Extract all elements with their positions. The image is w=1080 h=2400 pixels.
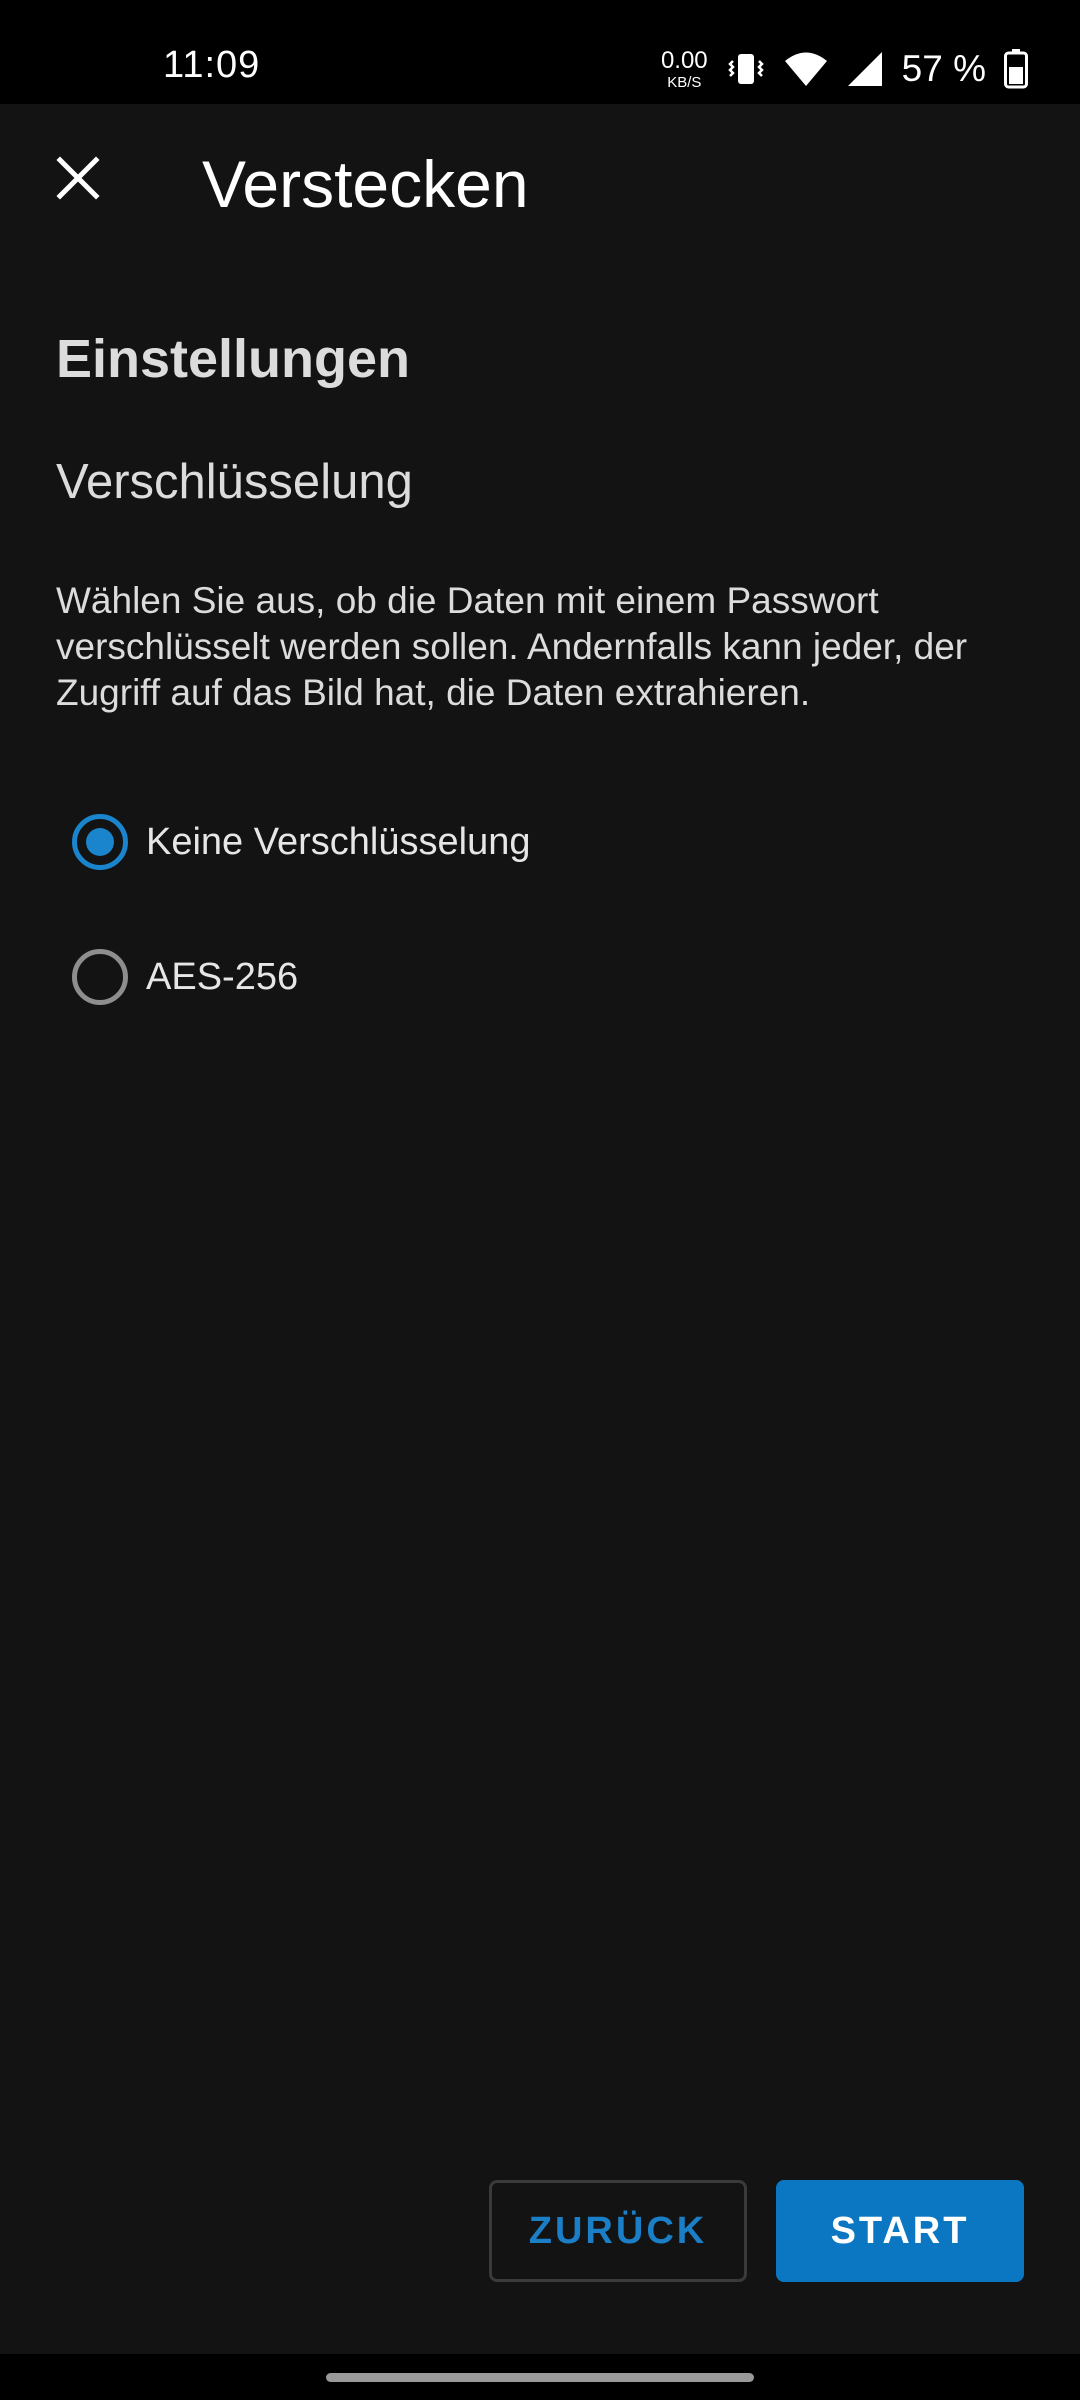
- network-speed-unit: KB/S: [667, 73, 702, 91]
- network-speed-value: 0.00: [660, 46, 708, 74]
- section-title: Einstellungen: [56, 329, 411, 389]
- back-button[interactable]: ZURÜCK: [489, 2180, 747, 2282]
- radio-option-no-encryption[interactable]: Keine Verschlüsselung: [72, 812, 530, 872]
- status-bar: 11:09 0.00 KB/S 57 %: [0, 0, 1080, 104]
- network-speed: 0.00 KB/S: [660, 46, 708, 91]
- gesture-handle[interactable]: [326, 2373, 754, 2382]
- status-time: 11:09: [163, 44, 261, 86]
- start-button[interactable]: START: [776, 2180, 1024, 2282]
- encryption-description: Wählen Sie aus, ob die Daten mit einem P…: [56, 580, 968, 713]
- radio-label: Keine Verschlüsselung: [146, 820, 531, 863]
- encryption-heading: Verschlüsselung: [56, 455, 413, 509]
- cell-signal-icon: [846, 50, 884, 88]
- page-title: Verstecken: [202, 147, 529, 221]
- radio-button-unchecked[interactable]: [72, 949, 128, 1005]
- battery-percent: 57 %: [901, 48, 986, 89]
- close-button[interactable]: [40, 142, 116, 218]
- wifi-icon: [784, 50, 828, 88]
- battery-icon: [1004, 49, 1028, 89]
- radio-label: AES-256: [146, 955, 299, 998]
- status-icons: 0.00 KB/S 57 %: [661, 44, 1028, 94]
- close-icon: [56, 155, 100, 205]
- radio-button-checked[interactable]: [72, 814, 128, 870]
- radio-option-aes-256[interactable]: AES-256: [72, 947, 298, 1007]
- vibrate-icon: [726, 49, 766, 89]
- screen: 11:09 0.00 KB/S 57 % Verstecken Einstell…: [0, 0, 1080, 2400]
